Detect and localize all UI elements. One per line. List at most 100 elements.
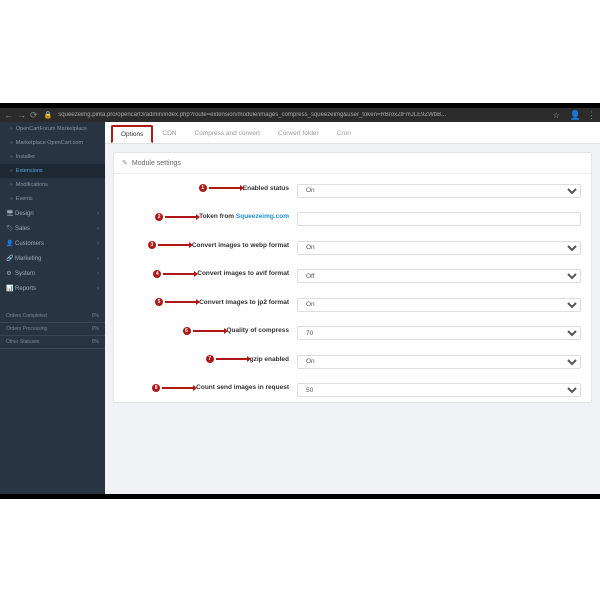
back-icon[interactable]: ← <box>4 110 13 121</box>
sidebar-icon: 🖥 <box>6 210 12 217</box>
field-input[interactable] <box>297 212 581 226</box>
sidebar-item[interactable]: 🔗Marketing › <box>0 251 105 266</box>
sidebar-icon: 🏷 <box>6 225 12 232</box>
sidebar-sub-item[interactable]: »Extensions <box>0 164 105 178</box>
tab-compress-and-convert[interactable]: Compress and convert <box>186 125 269 143</box>
profile-icon[interactable]: 👤 <box>570 110 581 121</box>
number-badge: 4 <box>153 270 161 278</box>
stat-value: 0% <box>92 339 99 345</box>
number-badge: 7 <box>206 355 214 363</box>
chevron-right-icon: › <box>97 271 99 277</box>
arrow-icon <box>163 273 195 275</box>
chevron-right-icon: › <box>97 256 99 262</box>
arrow-icon <box>193 330 225 332</box>
stat-value: 0% <box>92 313 99 319</box>
field-select[interactable]: On <box>297 241 581 255</box>
field-select[interactable]: 50 <box>297 383 581 397</box>
sidebar-item[interactable]: 🖥Design › <box>0 206 105 221</box>
number-badge: 8 <box>152 384 160 392</box>
stat-value: 0% <box>92 326 99 332</box>
form-row: 4 Convert images to avif format Off <box>114 260 591 289</box>
number-badge: 6 <box>183 327 191 335</box>
sidebar-icon: 📊 <box>6 285 12 292</box>
tab-options[interactable]: Options <box>111 125 153 143</box>
sidebar-label: Sales <box>15 226 30 232</box>
sidebar-sub-label: OpenCartForum Marketplace <box>16 126 87 132</box>
sidebar-item[interactable]: 🏷Sales › <box>0 221 105 236</box>
field-select[interactable]: On <box>297 184 581 198</box>
sidebar-sub-item[interactable]: »Marketplace OpenCart.com <box>0 136 105 150</box>
arrow-icon <box>158 244 190 246</box>
forward-icon[interactable]: → <box>17 110 26 121</box>
stat-row: Other Statuses0% <box>0 336 105 349</box>
sidebar-sub-item[interactable]: »Events <box>0 192 105 206</box>
row-label: gzip enabled <box>250 356 289 363</box>
sidebar-sub-item[interactable]: »OpenCartForum Marketplace <box>0 122 105 136</box>
field-select[interactable]: On <box>297 355 581 369</box>
sidebar-icon: 🔗 <box>6 255 12 262</box>
sidebar-sub-item[interactable]: »Modifications <box>0 178 105 192</box>
sidebar-sub-label: Modifications <box>16 182 48 188</box>
sidebar-icon: ⚙ <box>6 270 12 277</box>
chevron-right-icon: › <box>97 286 99 292</box>
panel-header: ✎ Module settings <box>114 153 591 174</box>
stat-row: Orders Completed 0% <box>0 310 105 323</box>
arrow-icon <box>162 387 194 389</box>
sidebar-sub-label: Extensions <box>16 168 43 174</box>
form-row: 7 gzip enabled On <box>114 345 591 374</box>
form-row: 5 Convert images to jp2 format On <box>114 288 591 317</box>
chevron-right-icon: › <box>97 211 99 217</box>
sidebar-label: System <box>15 271 35 277</box>
number-badge: 5 <box>155 298 163 306</box>
menu-icon[interactable]: ⋮ <box>587 110 596 121</box>
form-row: 2 Token from Squeezeimg.com <box>114 203 591 232</box>
url-text[interactable]: squeezeimg.pinta.pro/opencart3/admin/ind… <box>58 112 446 118</box>
field-select[interactable]: Off <box>297 269 581 283</box>
sidebar-label: Marketing <box>15 256 41 262</box>
arrow-icon <box>209 187 241 189</box>
number-badge: 2 <box>155 213 163 221</box>
arrow-icon <box>165 301 197 303</box>
row-label: Convert images to jp2 format <box>199 299 289 306</box>
sidebar-label: Reports <box>15 286 36 292</box>
form-row: 1 Enabled status On <box>114 174 591 203</box>
row-label: Count send images in request <box>196 384 289 391</box>
browser-address-bar: ← → ⟳ 🔒 squeezeimg.pinta.pro/opencart3/a… <box>0 108 600 122</box>
arrow-icon <box>165 216 197 218</box>
row-label: Enabled status <box>243 185 289 192</box>
sidebar-sub-label: Events <box>16 196 33 202</box>
chevron-right-icon: › <box>97 226 99 232</box>
tab-convert-folder[interactable]: Convert folder <box>269 125 328 143</box>
chevron-double-icon: » <box>10 126 13 132</box>
squeezeimg-link[interactable]: Squeezeimg.com <box>236 213 289 220</box>
sidebar-item[interactable]: 👤Customers› <box>0 236 105 251</box>
number-badge: 1 <box>199 184 207 192</box>
chevron-double-icon: » <box>10 140 13 146</box>
reload-icon[interactable]: ⟳ <box>30 110 38 121</box>
sidebar-sub-item[interactable]: »Installer <box>0 150 105 164</box>
chevron-double-icon: » <box>10 168 13 174</box>
stat-label: Orders Completed <box>6 313 47 319</box>
arrow-icon <box>216 358 248 360</box>
lock-icon: 🔒 <box>44 111 53 119</box>
sidebar-item[interactable]: 📊Reports › <box>0 281 105 296</box>
row-label: Convert images to avif format <box>197 270 289 277</box>
bookmark-star-icon[interactable]: ☆ <box>553 111 560 120</box>
row-label: Quality of compress <box>227 327 290 334</box>
form-row: 3 Convert images to webp format On <box>114 231 591 260</box>
sidebar: »OpenCartForum Marketplace»Marketplace O… <box>0 122 105 494</box>
sidebar-sub-label: Marketplace OpenCart.com <box>16 140 83 146</box>
field-select[interactable]: On <box>297 298 581 312</box>
chevron-right-icon: › <box>97 241 99 247</box>
chevron-double-icon: » <box>10 154 13 160</box>
chevron-double-icon: » <box>10 196 13 202</box>
sidebar-item[interactable]: ⚙System › <box>0 266 105 281</box>
tab-cdn[interactable]: CDN <box>153 125 185 143</box>
stat-label: Orders Processing <box>6 326 47 332</box>
main-content: OptionsCDNCompress and convertConvert fo… <box>105 122 600 494</box>
sidebar-label: Design <box>15 211 34 217</box>
tab-cron[interactable]: Cron <box>328 125 360 143</box>
field-select[interactable]: 70 <box>297 326 581 340</box>
stat-row: Orders Processing 0% <box>0 323 105 336</box>
row-label: Token from Squeezeimg.com <box>199 213 289 220</box>
